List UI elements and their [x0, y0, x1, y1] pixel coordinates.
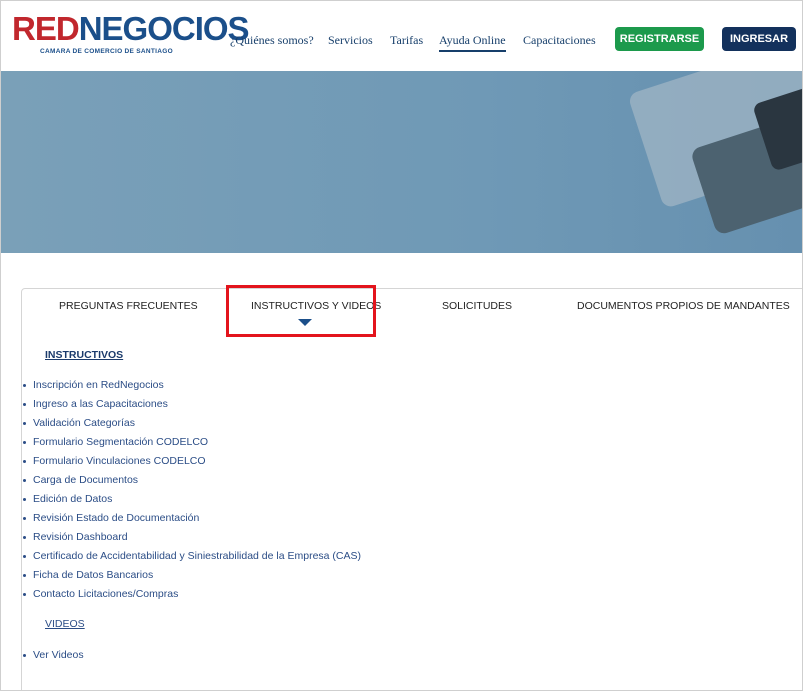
- list-item[interactable]: Revisión Estado de Documentación: [21, 509, 361, 528]
- page-frame: REDNEGOCIOS CAMARA DE COMERCIO DE SANTIA…: [0, 0, 803, 691]
- logo-blue-text: NEGOCIOS: [78, 10, 250, 47]
- videos-heading[interactable]: VIDEOS: [45, 618, 85, 630]
- list-item[interactable]: Ingreso a las Capacitaciones: [21, 395, 361, 414]
- logo-subtitle: CAMARA DE COMERCIO DE SANTIAGO: [40, 48, 173, 55]
- instructivos-heading: INSTRUCTIVOS: [45, 349, 124, 361]
- rednegocios-logo[interactable]: REDNEGOCIOS CAMARA DE COMERCIO DE SANTIA…: [12, 12, 250, 62]
- list-item[interactable]: Formulario Vinculaciones CODELCO: [21, 452, 361, 471]
- highlight-box: [226, 285, 376, 337]
- nav-quienes-somos[interactable]: ¿Quiénes somos?: [230, 33, 314, 48]
- tab-documentos-propios[interactable]: DOCUMENTOS PROPIOS DE MANDANTES: [577, 300, 790, 312]
- nav-servicios[interactable]: Servicios: [328, 33, 373, 48]
- list-item[interactable]: Edición de Datos: [21, 490, 361, 509]
- list-item[interactable]: Carga de Documentos: [21, 471, 361, 490]
- list-item[interactable]: Formulario Segmentación CODELCO: [21, 433, 361, 452]
- site-header: REDNEGOCIOS CAMARA DE COMERCIO DE SANTIA…: [1, 1, 802, 71]
- list-item[interactable]: Validación Categorías: [21, 414, 361, 433]
- list-item[interactable]: Certificado de Accidentabilidad y Sinies…: [21, 547, 361, 566]
- instructivos-list: Inscripción en RedNegocios Ingreso a las…: [21, 376, 361, 604]
- logo-wordmark: REDNEGOCIOS: [12, 10, 250, 47]
- list-item[interactable]: Inscripción en RedNegocios: [21, 376, 361, 395]
- login-button[interactable]: INGRESAR: [722, 27, 796, 51]
- register-button[interactable]: REGISTRARSE: [615, 27, 704, 51]
- hero-banner: [1, 71, 802, 253]
- list-item[interactable]: Ver Videos: [21, 646, 84, 665]
- videos-list: Ver Videos: [21, 646, 84, 665]
- list-item[interactable]: Revisión Dashboard: [21, 528, 361, 547]
- tab-preguntas-frecuentes[interactable]: PREGUNTAS FRECUENTES: [59, 300, 198, 312]
- tab-solicitudes[interactable]: SOLICITUDES: [442, 300, 512, 312]
- list-item[interactable]: Contacto Licitaciones/Compras: [21, 585, 361, 604]
- nav-tarifas[interactable]: Tarifas: [390, 33, 423, 48]
- nav-ayuda-online[interactable]: Ayuda Online: [439, 33, 506, 52]
- logo-red-text: RED: [12, 10, 80, 47]
- list-item[interactable]: Ficha de Datos Bancarios: [21, 566, 361, 585]
- nav-capacitaciones[interactable]: Capacitaciones: [523, 33, 596, 48]
